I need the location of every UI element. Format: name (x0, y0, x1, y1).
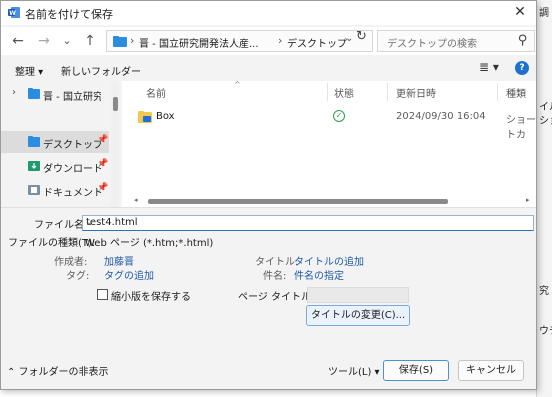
up-arrow-icon[interactable]: ↑ (81, 32, 99, 50)
column-divider[interactable] (327, 83, 328, 101)
change-title-button[interactable]: タイトルの変更(C)... (306, 305, 410, 326)
author-label: 作成者: (54, 257, 88, 268)
file-name[interactable]: Box (156, 111, 175, 122)
background-text: イル (539, 102, 552, 113)
tools-button[interactable]: ツール(L) ▾ (328, 363, 380, 378)
navigation-scrollbar[interactable] (111, 81, 119, 207)
forward-arrow-icon[interactable]: → (35, 32, 53, 50)
subject-label: 件名: (263, 271, 287, 282)
sidebar-item-desktop[interactable]: デスクトップ 📌 (1, 131, 109, 153)
background-text: 究・ (539, 286, 552, 297)
download-folder-icon (28, 161, 40, 171)
sort-ascending-icon: ^ (234, 80, 241, 89)
sidebar-item-label: ドキュメント (43, 188, 101, 199)
search-icon[interactable]: ⚲ (518, 33, 528, 48)
column-divider[interactable] (387, 83, 388, 101)
sidebar-item-label: ダウンロード (43, 164, 101, 175)
sidebar-item-onedrive[interactable]: › 晋 - 国立研究開発 (1, 83, 109, 105)
desktop-folder-icon (113, 36, 127, 47)
tags-label: タグ: (66, 271, 90, 282)
address-dropdown-icon[interactable]: ⌄ (345, 33, 353, 44)
scroll-right-icon[interactable]: ▸ (526, 196, 530, 204)
filetype-select[interactable]: Web ページ (*.htm;*.html) ⌄ (82, 233, 534, 249)
view-options-icon[interactable]: ≣ ▾ (479, 60, 499, 74)
filename-input[interactable]: test4.html ⌄ (82, 215, 534, 231)
address-row: ← → ⌄ ↑ › 晋 - 国立研究開発法人産... › デスクトップ ⌄ ↻ … (1, 27, 536, 55)
file-list: ^ 名前 状態 更新日時 種類 Box ✓ 2024/09/30 16:04 シ… (122, 80, 536, 207)
recent-locations-icon[interactable]: ⌄ (58, 32, 76, 50)
horizontal-scrollbar[interactable]: ◂ ▸ (134, 196, 530, 204)
close-icon[interactable]: ✕ (512, 4, 528, 20)
author-value[interactable]: 加藤晋 (104, 253, 134, 268)
sync-ok-icon: ✓ (333, 110, 345, 122)
column-header-modified[interactable]: 更新日時 (396, 85, 436, 100)
new-folder-button[interactable]: 新しいフォルダー (61, 63, 141, 78)
svg-text:W: W (9, 10, 16, 17)
scrollbar-thumb[interactable] (148, 199, 448, 204)
page-title-input[interactable] (307, 287, 409, 303)
expand-chevron-icon[interactable]: › (12, 87, 16, 98)
navigation-pane: › 晋 - 国立研究開発 デスクトップ 📌 ダウンロード 📌 (1, 81, 121, 207)
hide-folders-button[interactable]: ⌃ フォルダーの非表示 (7, 363, 109, 378)
window-title: 名前を付けて保存 (25, 8, 113, 21)
title-label: タイトル: (255, 257, 299, 268)
breadcrumb-desktop[interactable]: デスクトップ (287, 35, 347, 50)
background-app-window: 調 イル ショ 究・ ウチ (536, 0, 552, 397)
background-text: ショ (539, 116, 552, 127)
sidebar-item-documents[interactable]: ドキュメント 📌 (1, 179, 109, 201)
column-header-type[interactable]: 種類 (506, 85, 526, 100)
pin-icon: 📌 (97, 135, 109, 145)
address-bar[interactable]: › 晋 - 国立研究開発法人産... › デスクトップ ⌄ (106, 30, 373, 52)
sidebar-item-downloads[interactable]: ダウンロード 📌 (1, 155, 109, 177)
add-title-link[interactable]: タイトルの追加 (294, 253, 364, 268)
save-as-dialog: W 名前を付けて保存 ✕ ← → ⌄ ↑ › 晋 - 国立研究開発法人産... … (0, 0, 537, 390)
word-app-icon: W (8, 7, 20, 18)
title-bar: W 名前を付けて保存 ✕ (1, 1, 536, 25)
file-modified: 2024/09/30 16:04 (396, 111, 486, 122)
search-box[interactable]: デスクトップの検索 ⚲ (377, 30, 535, 52)
save-thumbnail-label[interactable]: 縮小版を保存する (111, 288, 191, 303)
sidebar-item-label: 晋 - 国立研究開発 (43, 92, 101, 103)
documents-folder-icon (28, 185, 40, 195)
cloud-folder-icon (28, 88, 40, 99)
command-bar: 整理 ▾ 新しいフォルダー ≣ ▾ ? (1, 57, 536, 81)
add-tag-link[interactable]: タグの追加 (104, 267, 154, 282)
pin-icon: 📌 (97, 159, 109, 169)
cancel-button[interactable]: キャンセル (458, 360, 524, 381)
subject-link[interactable]: 件名の指定 (294, 267, 344, 282)
organize-button[interactable]: 整理 ▾ (15, 63, 43, 78)
chevron-down-icon[interactable]: ⌄ (85, 234, 530, 245)
background-text: 調 (539, 8, 549, 19)
scrollbar-thumb[interactable] (113, 97, 118, 111)
column-header-name[interactable]: 名前 (146, 85, 166, 100)
column-header-status[interactable]: 状態 (334, 85, 354, 100)
save-button[interactable]: 保存(S) (383, 360, 449, 381)
chevron-down-icon[interactable]: ⌄ (86, 217, 529, 228)
column-divider[interactable] (497, 83, 498, 101)
breadcrumb-onedrive[interactable]: 晋 - 国立研究開発法人産... (139, 35, 259, 50)
sidebar-item-label: デスクトップ (43, 140, 101, 151)
save-options-panel: ファイル名(N): test4.html ⌄ ファイルの種類(T): Web ペ… (1, 207, 536, 389)
scroll-left-icon[interactable]: ◂ (134, 196, 138, 204)
search-placeholder: デスクトップの検索 (387, 39, 477, 50)
breadcrumb-separator-icon: › (130, 34, 135, 47)
back-arrow-icon[interactable]: ← (9, 32, 27, 50)
box-shortcut-icon (138, 111, 152, 123)
save-thumbnail-checkbox[interactable] (97, 289, 108, 300)
file-type: ショートカ (506, 115, 536, 141)
refresh-icon[interactable]: ↻ (356, 29, 367, 44)
background-text: ウチ (539, 326, 552, 337)
desktop-folder-icon (28, 136, 40, 147)
breadcrumb-separator-icon: › (278, 34, 283, 47)
pin-icon: 📌 (97, 183, 109, 193)
help-icon[interactable]: ? (515, 61, 529, 75)
